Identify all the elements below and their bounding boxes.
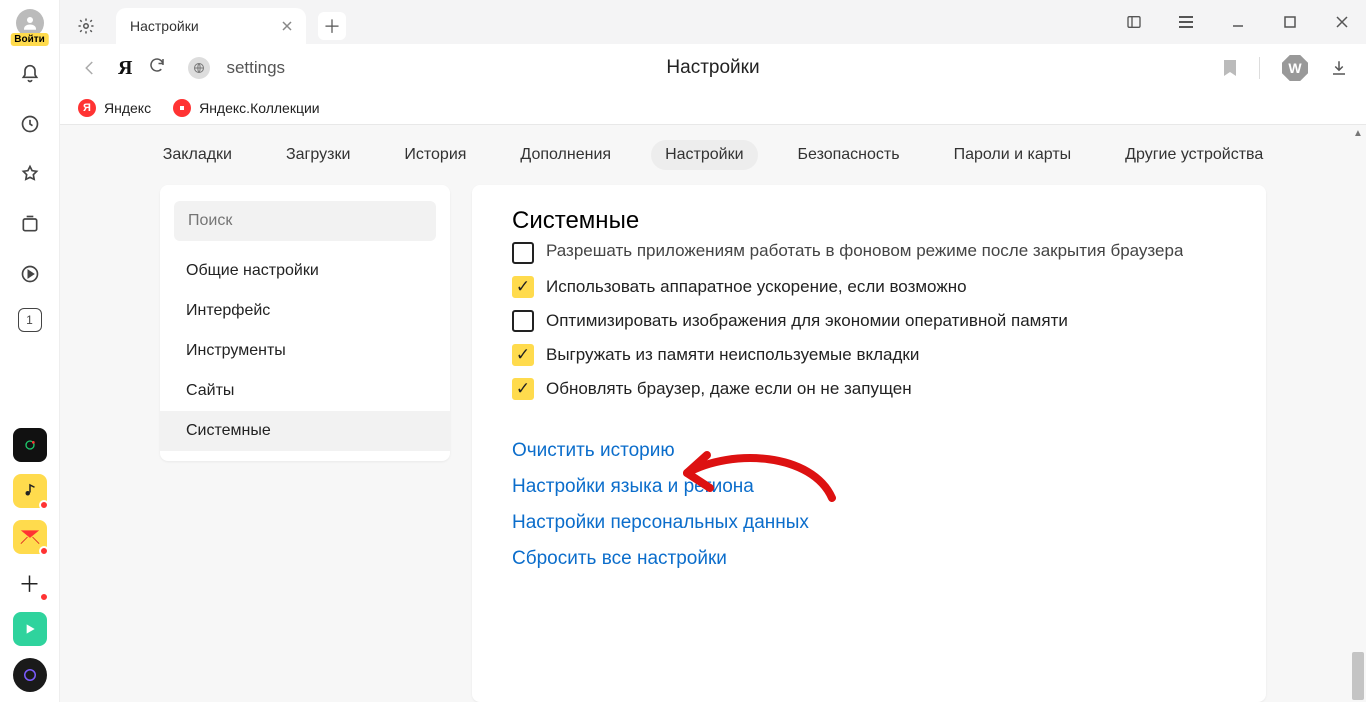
app-camera[interactable] — [13, 428, 47, 462]
link-lang-region[interactable]: Настройки языка и региона — [512, 476, 1226, 498]
app-music[interactable] — [13, 474, 47, 508]
topnav-downloads[interactable]: Загрузки — [272, 140, 364, 170]
side-sites[interactable]: Сайты — [160, 371, 450, 411]
extension-w-badge[interactable]: W — [1282, 55, 1308, 81]
window-close-button[interactable] — [1328, 8, 1356, 36]
badge-one-icon[interactable]: 1 — [18, 308, 42, 332]
scroll-up-icon[interactable]: ▲ — [1350, 125, 1366, 141]
reload-button[interactable] — [148, 56, 172, 80]
content-scrollbar[interactable]: ▲ — [1350, 125, 1366, 702]
settings-content: Закладки Загрузки История Дополнения Нас… — [60, 124, 1366, 702]
bookmarks-bar: Я Яндекс Яндекс.Коллекции — [60, 92, 1366, 124]
topnav-passwords[interactable]: Пароли и карты — [940, 140, 1086, 170]
bookmark-collections[interactable]: Яндекс.Коллекции — [173, 99, 320, 117]
option-background-apps[interactable]: Разрешать приложениям работать в фоновом… — [512, 242, 1226, 264]
app-teal[interactable] — [13, 612, 47, 646]
topnav-addons[interactable]: Дополнения — [506, 140, 625, 170]
option-label: Обновлять браузер, даже если он не запущ… — [546, 379, 912, 399]
topnav-devices[interactable]: Другие устройства — [1111, 140, 1277, 170]
play-icon[interactable] — [14, 258, 46, 290]
address-bar: Я settings Настройки W — [60, 44, 1366, 92]
topnav-settings[interactable]: Настройки — [651, 140, 757, 170]
new-tab-button[interactable]: ＋ — [318, 12, 346, 40]
settings-search-input[interactable] — [174, 201, 436, 241]
collections-icon[interactable] — [14, 208, 46, 240]
bookmark-label: Яндекс.Коллекции — [199, 100, 320, 116]
option-optimize-images[interactable]: Оптимизировать изображения для экономии … — [512, 310, 1226, 332]
side-tools[interactable]: Инструменты — [160, 331, 450, 371]
gear-icon[interactable] — [68, 8, 104, 44]
option-label: Разрешать приложениям работать в фоновом… — [546, 241, 1183, 261]
left-vertical-bar: Войти 1 ＋ — [0, 0, 60, 702]
topnav-bookmarks[interactable]: Закладки — [149, 140, 246, 170]
tab-close-button[interactable] — [278, 17, 296, 35]
link-clear-history[interactable]: Очистить историю — [512, 440, 1226, 462]
app-alice[interactable] — [13, 658, 47, 692]
topnav-history[interactable]: История — [390, 140, 480, 170]
settings-main-panel: Системные Разрешать приложениям работать… — [472, 185, 1266, 702]
topnav-security[interactable]: Безопасность — [784, 140, 914, 170]
page-title: Настройки — [666, 57, 759, 79]
tab-strip: Настройки ＋ — [60, 0, 1366, 44]
home-yandex-button[interactable]: Я — [118, 57, 132, 80]
window-maximize-button[interactable] — [1276, 8, 1304, 36]
option-label: Выгружать из памяти неиспользуемые вклад… — [546, 345, 919, 365]
side-system[interactable]: Системные — [160, 411, 450, 451]
app-mail[interactable] — [13, 520, 47, 554]
menu-icon[interactable] — [1172, 8, 1200, 36]
bookmark-yandex[interactable]: Я Яндекс — [78, 99, 151, 117]
option-bg-update[interactable]: ✓ Обновлять браузер, даже если он не зап… — [512, 378, 1226, 400]
tab-label: Настройки — [130, 18, 199, 34]
downloads-icon[interactable] — [1330, 59, 1348, 77]
checkbox-icon[interactable]: ✓ — [512, 344, 534, 366]
checkbox-icon[interactable] — [512, 242, 534, 264]
sidebar-toggle-icon[interactable] — [1120, 8, 1148, 36]
bell-icon[interactable] — [14, 58, 46, 90]
avatar-login[interactable]: Войти — [13, 6, 47, 40]
badge-one-label: 1 — [26, 313, 33, 327]
side-general[interactable]: Общие настройки — [160, 251, 450, 291]
settings-side-panel: Общие настройки Интерфейс Инструменты Са… — [160, 185, 450, 461]
bookmark-flag-icon[interactable] — [1223, 59, 1237, 77]
checkbox-icon[interactable]: ✓ — [512, 276, 534, 298]
settings-top-nav: Закладки Загрузки История Дополнения Нас… — [60, 125, 1366, 185]
site-info-icon[interactable] — [188, 57, 210, 79]
bookmark-label: Яндекс — [104, 100, 151, 116]
bookmark-yandex-icon: Я — [78, 99, 96, 117]
window-minimize-button[interactable] — [1224, 8, 1252, 36]
link-reset-settings[interactable]: Сбросить все настройки — [512, 548, 1226, 570]
tab-settings[interactable]: Настройки — [116, 8, 306, 44]
login-badge: Войти — [10, 33, 49, 46]
bookmark-collections-icon — [173, 99, 191, 117]
option-unload-tabs[interactable]: ✓ Выгружать из памяти неиспользуемые вкл… — [512, 344, 1226, 366]
main-area: Настройки ＋ — [60, 0, 1366, 702]
section-heading: Системные — [472, 185, 1266, 245]
option-label: Оптимизировать изображения для экономии … — [546, 311, 1068, 331]
checkbox-icon[interactable]: ✓ — [512, 378, 534, 400]
back-button[interactable] — [78, 56, 102, 80]
scroll-thumb[interactable] — [1352, 652, 1364, 700]
option-hw-accel[interactable]: ✓ Использовать аппаратное ускорение, есл… — [512, 276, 1226, 298]
history-icon[interactable] — [14, 108, 46, 140]
option-label: Использовать аппаратное ускорение, если … — [546, 277, 967, 297]
app-add[interactable]: ＋ — [13, 566, 47, 600]
star-icon[interactable] — [14, 158, 46, 190]
url-text[interactable]: settings — [226, 58, 285, 78]
checkbox-icon[interactable] — [512, 310, 534, 332]
side-interface[interactable]: Интерфейс — [160, 291, 450, 331]
link-personal-data[interactable]: Настройки персональных данных — [512, 512, 1226, 534]
